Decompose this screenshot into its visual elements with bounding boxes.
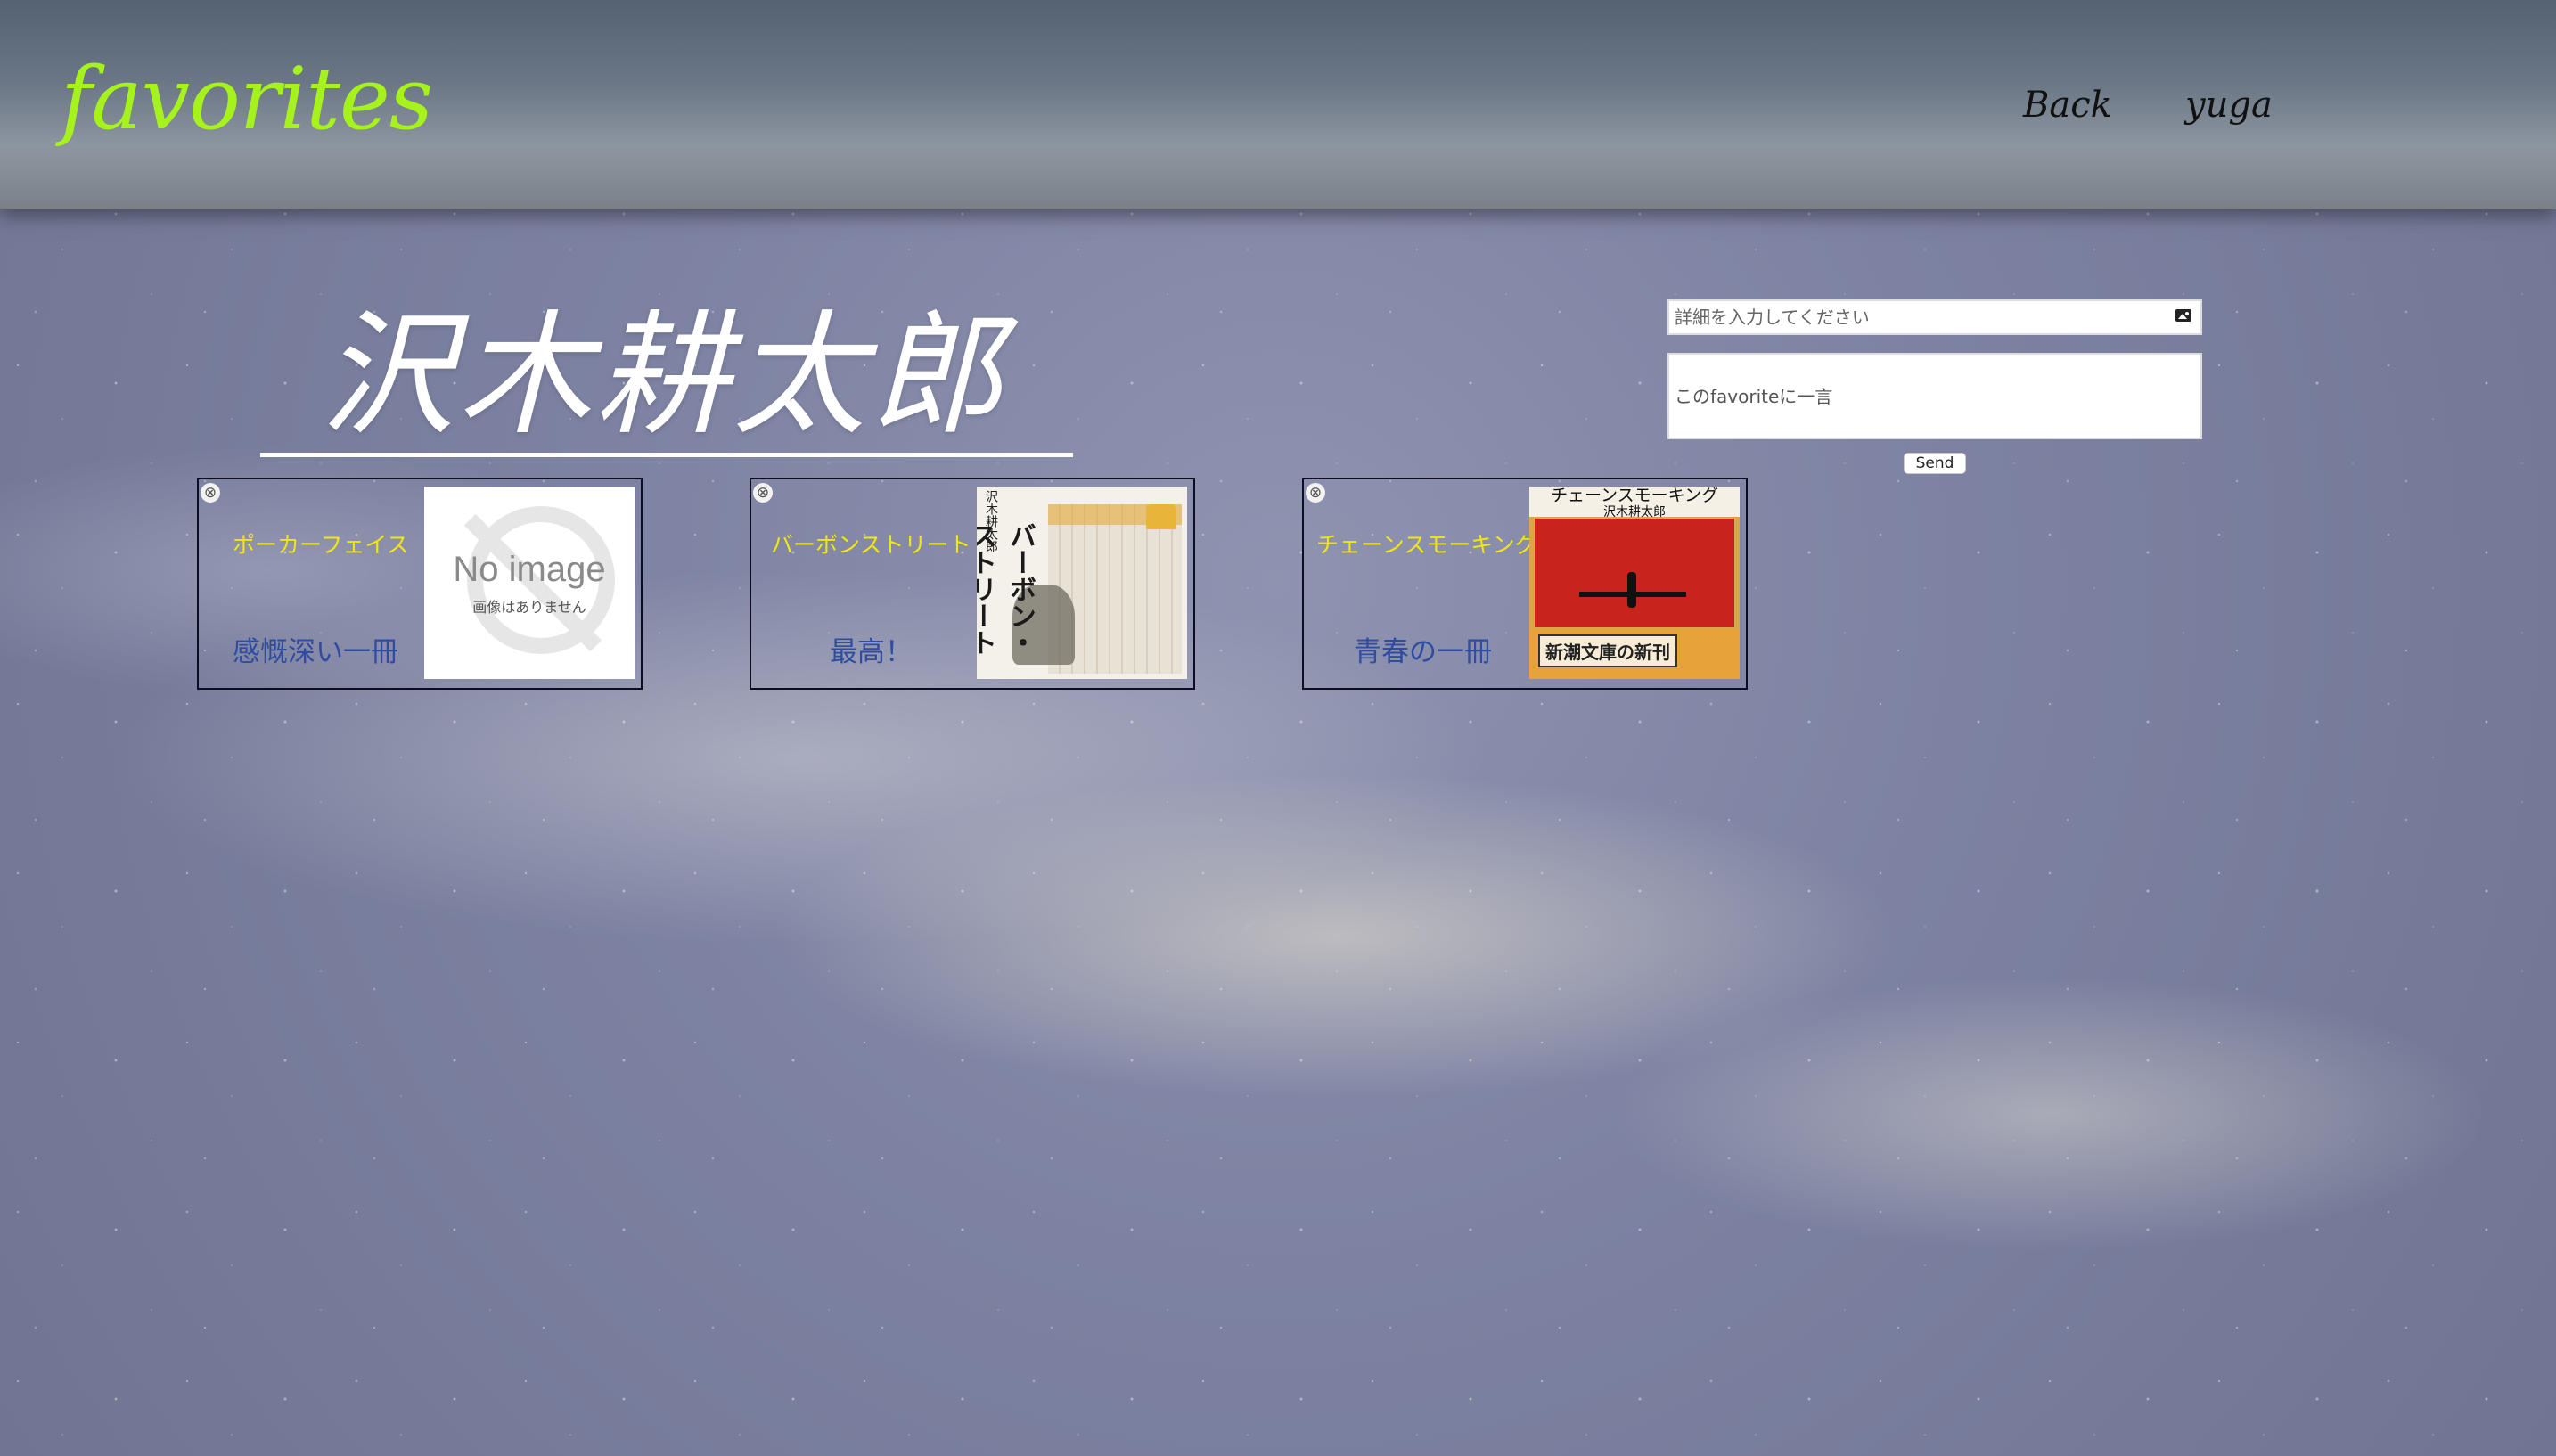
favorite-card: ⊗ チェーンスモーキング 青春の一冊 チェーンスモーキング 沢木耕太郎 新潮文庫… xyxy=(1302,478,1748,690)
author-name: 沢木耕太郎 xyxy=(321,299,1008,454)
close-circle-icon[interactable]: ⊗ xyxy=(201,483,220,503)
close-circle-icon[interactable]: ⊗ xyxy=(1306,483,1325,503)
user-link[interactable]: yuga xyxy=(2185,85,2273,126)
airplane-icon xyxy=(1627,572,1636,608)
book-title[interactable]: バーボンストリート xyxy=(771,528,971,560)
airplane-wings xyxy=(1579,592,1686,597)
book-cover: 沢木耕太郎 バーボン・ストリート xyxy=(977,487,1187,679)
favorite-card: ⊗ バーボンストリート 最高！ 沢木耕太郎 バーボン・ストリート xyxy=(750,478,1195,690)
logo[interactable]: favorites xyxy=(61,49,433,149)
favorite-card: ⊗ ポーカーフェイス 感慨深い一冊 No image 画像はありません xyxy=(197,478,643,690)
send-button[interactable]: Send xyxy=(1904,453,1966,474)
no-image-subtext: 画像はありません xyxy=(472,598,586,616)
book-cover: チェーンスモーキング 沢木耕太郎 新潮文庫の新刊 xyxy=(1529,487,1740,679)
lamp-illustration xyxy=(1146,504,1176,529)
starry-sky-background xyxy=(0,0,2556,1456)
cover-author: 沢木耕太郎 xyxy=(1603,505,1666,519)
cover-band-text: 新潮文庫の新刊 xyxy=(1538,634,1677,667)
book-cover-placeholder: No image 画像はありません xyxy=(424,487,635,679)
book-title[interactable]: ポーカーフェイス xyxy=(233,528,409,560)
book-title[interactable]: チェーンスモーキング xyxy=(1316,528,1537,560)
no-image-text: No image xyxy=(453,549,606,589)
header-bar: favorites Back yuga xyxy=(0,0,2556,209)
book-comment: 最高！ xyxy=(830,636,913,668)
book-comment: 感慨深い一冊 xyxy=(233,636,398,668)
close-circle-icon[interactable]: ⊗ xyxy=(753,483,773,503)
detail-input[interactable] xyxy=(1667,299,2202,335)
book-comment: 青春の一冊 xyxy=(1354,636,1492,668)
image-icon[interactable] xyxy=(2175,309,2191,322)
back-link[interactable]: Back xyxy=(2023,85,2112,126)
title-underline xyxy=(260,453,1073,457)
comment-input[interactable] xyxy=(1667,353,2202,439)
cover-title: バーボン・ストリート xyxy=(977,522,1036,656)
